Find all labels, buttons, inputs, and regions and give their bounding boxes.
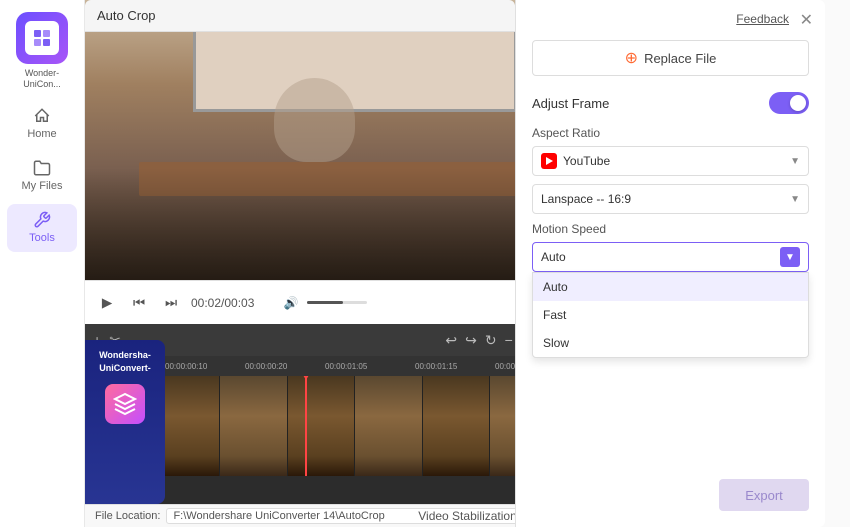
- sidebar-item-home-label: Home: [27, 128, 56, 140]
- toggle-knob: [790, 95, 806, 111]
- promo-title-2: UniConvert-: [99, 363, 151, 374]
- motion-option-auto[interactable]: Auto: [533, 273, 808, 301]
- frame-4: [355, 376, 423, 476]
- export-button[interactable]: Export: [719, 479, 809, 511]
- aspect-ratio-label: Aspect Ratio: [532, 126, 809, 140]
- landscape-label: Lanspace -- 16:9: [541, 192, 790, 206]
- frame-3: [288, 376, 356, 476]
- adjust-frame-row: Adjust Frame: [532, 92, 809, 114]
- ruler-mark-4: 00:00:01:15: [415, 362, 457, 371]
- dialog-title: Auto Crop: [97, 8, 156, 23]
- youtube-label: YouTube: [563, 154, 790, 168]
- promo-icon: [105, 384, 145, 424]
- sidebar-item-home[interactable]: Home: [7, 100, 77, 148]
- app-logo-icon: [32, 28, 52, 48]
- promo-card: Wondersha- UniConvert-: [85, 340, 165, 504]
- motion-option-fast[interactable]: Fast: [533, 301, 808, 329]
- motion-option-slow[interactable]: Slow: [533, 329, 808, 357]
- adjust-frame-toggle[interactable]: [769, 92, 809, 114]
- ruler-mark-2: 00:00:00:20: [245, 362, 287, 371]
- volume-slider[interactable]: [307, 301, 367, 304]
- folder-icon: [33, 159, 51, 177]
- next-button[interactable]: ⏭: [159, 291, 183, 315]
- sidebar-item-tools-label: Tools: [29, 232, 55, 244]
- tl-redo-button[interactable]: ↪: [465, 332, 477, 349]
- crop-close-button[interactable]: ✕: [800, 10, 813, 30]
- volume-area: 🔊: [279, 291, 367, 315]
- app-logo: [16, 12, 68, 64]
- sidebar: Wonder- UniCon... Home My Files Tools: [0, 0, 85, 527]
- promo-title-1: Wondersha-: [99, 350, 151, 361]
- feedback-link[interactable]: Feedback: [736, 12, 789, 26]
- frame-5: [423, 376, 491, 476]
- crop-panel: Feedback ✕ ⊕ Replace File Adjust Frame A…: [515, 0, 825, 527]
- motion-speed-menu: Auto Fast Slow: [532, 272, 809, 358]
- aspect-ratio-chevron: ▼: [790, 156, 800, 167]
- motion-speed-dropdown-container: Auto ▼ Auto Fast Slow: [532, 242, 809, 272]
- dialog-titlebar: Auto Crop: [85, 0, 515, 32]
- time-display: 00:02/00:03: [191, 296, 271, 310]
- landscape-chevron: ▼: [790, 194, 800, 205]
- adjust-frame-label: Adjust Frame: [532, 96, 609, 111]
- video-stabilization-label: Video Stabilization: [418, 509, 517, 523]
- tl-zoom-out-button[interactable]: −: [505, 332, 513, 348]
- volume-button[interactable]: 🔊: [279, 291, 303, 315]
- aspect-ratio-landscape-select[interactable]: Lanspace -- 16:9 ▼: [532, 184, 809, 214]
- motion-speed-arrow: ▼: [780, 247, 800, 267]
- aspect-ratio-youtube-select[interactable]: YouTube ▼: [532, 146, 809, 176]
- prev-button[interactable]: ⏮: [127, 291, 151, 315]
- tl-undo-button[interactable]: ↩: [445, 332, 457, 349]
- home-icon: [33, 107, 51, 125]
- ruler-mark-3: 00:00:01:05: [325, 362, 367, 371]
- youtube-icon: [541, 153, 557, 169]
- motion-speed-label: Motion Speed: [532, 222, 809, 236]
- sidebar-item-tools[interactable]: Tools: [7, 204, 77, 252]
- main-area: ...nverter ...ages to other ...ditor ...…: [85, 0, 850, 527]
- frame-2: [220, 376, 288, 476]
- ruler-mark-1: 00:00:00:10: [165, 362, 207, 371]
- youtube-play-icon: [546, 157, 553, 165]
- sidebar-item-myfiles[interactable]: My Files: [7, 152, 77, 200]
- volume-fill: [307, 301, 343, 304]
- tl-refresh-button[interactable]: ↻: [485, 332, 497, 349]
- app-name: Wonder- UniCon...: [23, 68, 61, 90]
- motion-speed-value: Auto: [541, 250, 780, 264]
- file-location-label: File Location:: [95, 510, 160, 522]
- app-logo-inner: [25, 21, 59, 55]
- play-button[interactable]: ▶: [95, 291, 119, 315]
- tools-icon: [33, 211, 51, 229]
- replace-icon: ⊕: [625, 48, 638, 68]
- promo-logo-icon: [113, 392, 137, 416]
- playhead: [305, 376, 307, 476]
- motion-speed-trigger[interactable]: Auto ▼: [532, 242, 809, 272]
- sidebar-item-myfiles-label: My Files: [22, 180, 63, 192]
- replace-file-button[interactable]: ⊕ Replace File: [532, 40, 809, 76]
